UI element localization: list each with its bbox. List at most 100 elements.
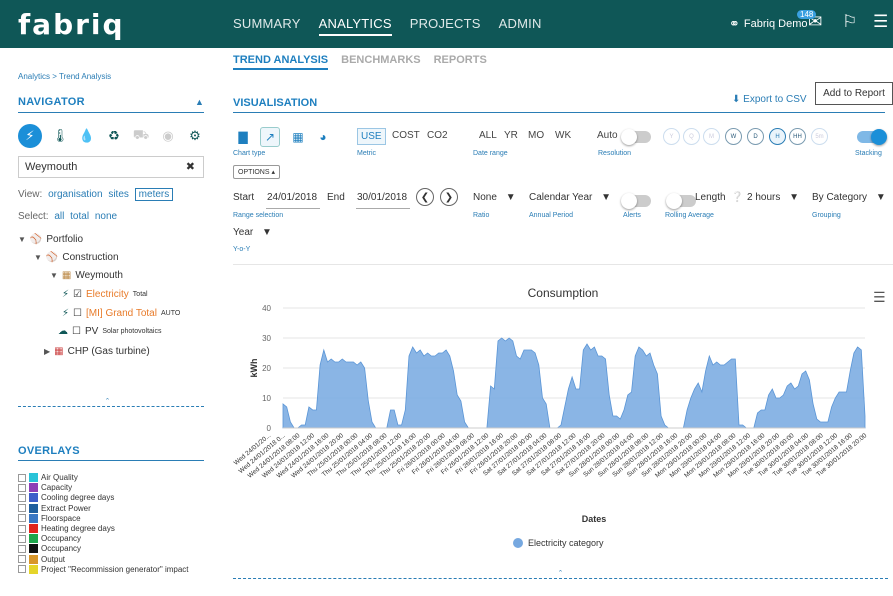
- tab-trend-analysis[interactable]: TREND ANALYSIS: [233, 54, 329, 70]
- truck-icon[interactable]: ⛟: [132, 127, 150, 145]
- select-total[interactable]: total: [70, 211, 89, 222]
- grouping-select[interactable]: By Category ▼: [812, 192, 886, 203]
- range-mo[interactable]: MO: [525, 128, 547, 143]
- tree-pv[interactable]: ☁ ☐ PV Solar photovoltaics: [58, 326, 161, 337]
- nav-projects[interactable]: PROJECTS: [410, 16, 481, 36]
- tree-portfolio[interactable]: ▼ ⚾ Portfolio: [18, 234, 83, 245]
- yoy-select[interactable]: Year ▼: [233, 227, 272, 238]
- overlay-item[interactable]: Project "Recommission generator" impact: [18, 564, 189, 574]
- overlay-item[interactable]: Occupancy: [18, 534, 81, 544]
- overlay-checkbox[interactable]: [18, 544, 26, 553]
- metric-co2[interactable]: CO2: [424, 128, 451, 143]
- hamburger-menu-icon[interactable]: ☰: [873, 12, 888, 32]
- res-d[interactable]: D: [747, 128, 764, 145]
- overlay-checkbox[interactable]: [18, 524, 26, 533]
- search-input[interactable]: Weymouth ✖: [18, 156, 204, 178]
- next-period-button[interactable]: ❯: [440, 188, 458, 206]
- tree-construction[interactable]: ▼ ⚾ Construction: [34, 252, 119, 263]
- thermometer-icon[interactable]: 🌡: [51, 127, 69, 145]
- chart-legend[interactable]: Electricity category: [513, 538, 604, 548]
- range-wk[interactable]: WK: [552, 128, 574, 143]
- overlay-checkbox[interactable]: [18, 493, 26, 502]
- globe-icon[interactable]: ◉: [159, 127, 177, 145]
- overlay-checkbox[interactable]: [18, 514, 26, 523]
- overlay-checkbox[interactable]: [18, 504, 26, 513]
- view-sites[interactable]: sites: [108, 189, 129, 200]
- tree-chp[interactable]: ▶ ▦ CHP (Gas turbine): [44, 346, 150, 357]
- bar-chart-icon[interactable]: ▇: [233, 127, 253, 147]
- res-w[interactable]: W: [725, 128, 742, 145]
- rolling-average-toggle[interactable]: [666, 193, 696, 209]
- fabriq-logo[interactable]: fabriq: [18, 8, 125, 41]
- range-yr[interactable]: YR: [501, 128, 521, 143]
- overlay-item[interactable]: Floorspace: [18, 513, 81, 523]
- resize-handle-icon[interactable]: ˆ: [559, 569, 562, 579]
- start-date-input[interactable]: 24/01/2018: [267, 192, 317, 203]
- overlay-item[interactable]: Capacity: [18, 483, 72, 493]
- cog-icon[interactable]: ⚙: [186, 127, 204, 145]
- megaphone-icon[interactable]: ⚐: [842, 12, 857, 32]
- nav-summary[interactable]: SUMMARY: [233, 16, 301, 36]
- tab-reports[interactable]: REPORTS: [434, 54, 487, 70]
- metric-use[interactable]: USE: [357, 128, 386, 145]
- electricity-checkbox[interactable]: ☑: [73, 289, 82, 300]
- overlay-checkbox[interactable]: [18, 473, 26, 482]
- pv-checkbox[interactable]: ☐: [72, 326, 81, 337]
- res-5m[interactable]: 5m: [811, 128, 828, 145]
- res-y[interactable]: Y: [663, 128, 680, 145]
- grand-total-checkbox[interactable]: ☐: [73, 308, 82, 319]
- expand-down-icon[interactable]: ▼: [34, 253, 42, 262]
- expand-down-icon[interactable]: ▼: [18, 235, 26, 244]
- line-chart-icon[interactable]: ↗: [260, 127, 280, 147]
- overlay-item[interactable]: Air Quality: [18, 473, 78, 482]
- water-drop-icon[interactable]: 💧: [78, 127, 96, 145]
- help-icon[interactable]: ❔: [731, 192, 743, 203]
- overlay-item[interactable]: Heating degree days: [18, 524, 115, 533]
- resize-handle-icon[interactable]: ˆ: [106, 397, 109, 407]
- options-button[interactable]: OPTIONS ▴: [233, 165, 280, 179]
- overlay-item[interactable]: Extract Power: [18, 503, 91, 513]
- overlay-item[interactable]: Occupancy: [18, 544, 81, 554]
- ratio-select[interactable]: None ▼: [473, 192, 516, 203]
- overlay-checkbox[interactable]: [18, 483, 26, 492]
- overlay-item[interactable]: Cooling degree days: [18, 493, 114, 503]
- stacking-toggle[interactable]: [857, 129, 887, 145]
- tree-grand-total[interactable]: ⚡ ☐ [MI] Grand Total AUTO: [62, 308, 180, 319]
- expand-down-icon[interactable]: ▼: [50, 271, 58, 280]
- breadcrumb[interactable]: Analytics > Trend Analysis: [18, 72, 111, 81]
- view-organisation[interactable]: organisation: [48, 189, 102, 200]
- view-meters[interactable]: meters: [134, 188, 174, 201]
- metric-cost[interactable]: COST: [389, 128, 423, 143]
- overlay-checkbox[interactable]: [18, 555, 26, 564]
- recycle-icon[interactable]: ♻: [105, 127, 123, 145]
- clear-search-icon[interactable]: ✖: [186, 160, 195, 173]
- tree-weymouth[interactable]: ▼ ▦ Weymouth: [50, 270, 123, 281]
- export-csv-link[interactable]: ⬇ Export to CSV: [732, 94, 807, 105]
- overlay-item[interactable]: Output: [18, 554, 65, 564]
- annual-period-select[interactable]: Calendar Year ▼: [529, 192, 611, 203]
- nav-analytics[interactable]: ANALYTICS: [318, 16, 392, 36]
- nav-admin[interactable]: ADMIN: [499, 16, 542, 36]
- overlay-checkbox[interactable]: [18, 534, 26, 543]
- user-menu[interactable]: ⚭ Fabriq Demo: [729, 16, 807, 32]
- end-date-input[interactable]: 30/01/2018: [357, 192, 407, 203]
- range-all[interactable]: ALL: [476, 128, 500, 143]
- expand-right-icon[interactable]: ▶: [44, 347, 50, 356]
- overlay-checkbox[interactable]: [18, 565, 26, 574]
- collapse-navigator-icon[interactable]: ▲: [195, 97, 204, 107]
- add-to-report-button[interactable]: Add to Report: [815, 82, 893, 105]
- res-q[interactable]: Q: [683, 128, 700, 145]
- select-all[interactable]: all: [54, 211, 64, 222]
- electricity-icon[interactable]: ⚡: [18, 124, 42, 148]
- res-m[interactable]: M: [703, 128, 720, 145]
- tree-electricity[interactable]: ⚡ ☑ Electricity Total: [62, 289, 148, 300]
- navigator-resize-divider[interactable]: [18, 406, 204, 407]
- auto-resolution-toggle[interactable]: [621, 129, 651, 145]
- tab-benchmarks[interactable]: BENCHMARKS: [341, 54, 420, 70]
- pie-chart-icon[interactable]: ◕: [313, 127, 333, 147]
- previous-period-button[interactable]: ❮: [416, 188, 434, 206]
- res-h[interactable]: H: [769, 128, 786, 145]
- rolling-length-select[interactable]: 2 hours ▼: [747, 192, 799, 203]
- res-hh[interactable]: HH: [789, 128, 806, 145]
- table-icon[interactable]: ▦: [288, 127, 308, 147]
